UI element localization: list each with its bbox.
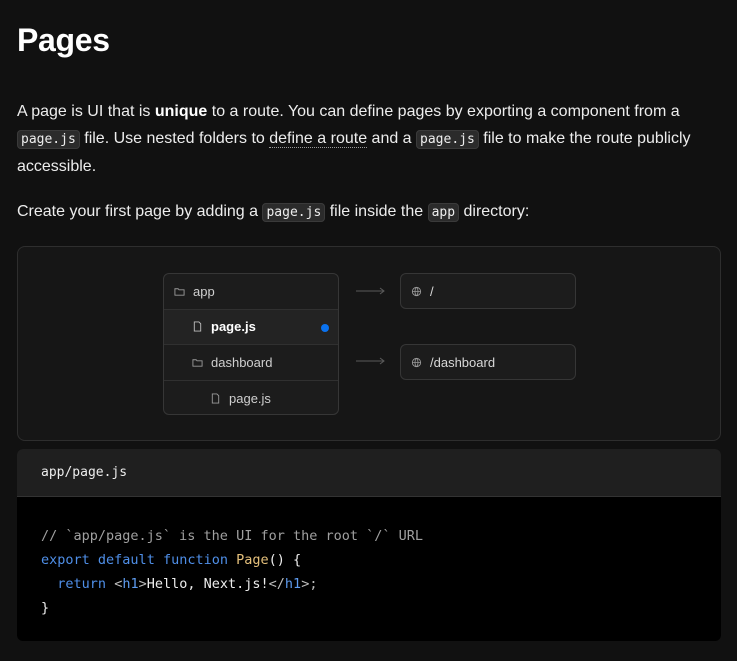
code-text: Hello, Next.js! <box>146 576 269 592</box>
intro-text-3: file. Use nested folders to <box>79 130 270 147</box>
inline-code-page-js-3: page.js <box>262 203 326 222</box>
tree-item-dashboard: dashboard <box>164 345 338 381</box>
code-block: app/page.js // `app/page.js` is the UI f… <box>17 449 721 641</box>
code-keyword: default <box>97 552 155 568</box>
code-line-return: return <h1>Hello, Next.js!</h1>; <box>41 572 721 596</box>
code-tag: h1 <box>284 576 302 592</box>
code-punctuation: > <box>138 576 147 592</box>
tree-item-label: page.js <box>229 390 271 406</box>
create-page-paragraph: Create your first page by adding a page.… <box>17 198 722 226</box>
route-label: /dashboard <box>430 354 496 370</box>
file-icon <box>192 321 203 332</box>
code-punctuation: >; <box>301 576 318 592</box>
code-tag: h1 <box>122 576 139 592</box>
inline-code-page-js: page.js <box>17 130 80 149</box>
intro-text-4: and a <box>367 130 417 147</box>
tree-item-label: page.js <box>211 319 256 335</box>
code-line-function: export default function Page() { <box>41 548 721 572</box>
code-content[interactable]: // `app/page.js` is the UI for the root … <box>17 497 721 620</box>
route-diagram: app page.js dashboard page.js / /dashboa… <box>17 246 721 441</box>
code-punctuation: () { <box>268 552 302 568</box>
active-dot-indicator <box>321 323 329 332</box>
inline-code-app: app <box>427 203 460 222</box>
folder-icon <box>174 286 185 297</box>
code-keyword: export <box>41 552 90 568</box>
intro-paragraph: A page is UI that is unique to a route. … <box>17 98 722 180</box>
tree-item-dashboard-page-js: page.js <box>164 381 338 415</box>
code-keyword: function <box>162 552 228 568</box>
page-title: Pages <box>17 22 110 58</box>
route-dashboard: /dashboard <box>400 344 576 380</box>
file-icon <box>210 393 221 404</box>
define-route-link[interactable]: define a route <box>269 130 368 148</box>
inline-code-page-js-2: page.js <box>416 130 479 149</box>
folder-icon <box>192 357 203 368</box>
arrow-right-icon <box>356 286 386 296</box>
code-function-name: Page <box>236 552 269 568</box>
code-comment-line: // `app/page.js` is the UI for the root … <box>41 528 424 544</box>
globe-icon <box>411 286 422 297</box>
tree-item-page-js: page.js <box>164 309 338 345</box>
arrow-right-icon <box>356 356 386 366</box>
create-text-1: Create your first page by adding a <box>17 203 263 220</box>
file-tree: app page.js dashboard page.js <box>163 273 339 415</box>
intro-text-2: to a route. You can define pages by expo… <box>207 103 680 120</box>
tree-item-app: app <box>164 274 338 310</box>
intro-text-1: A page is UI that is <box>17 103 155 120</box>
create-text-2: file inside the <box>325 203 428 220</box>
tree-item-label: dashboard <box>211 354 273 370</box>
create-text-3: directory: <box>459 203 530 220</box>
tree-item-label: app <box>193 283 215 299</box>
code-filename: app/page.js <box>17 449 721 497</box>
globe-icon <box>411 357 422 368</box>
intro-bold-unique: unique <box>154 103 208 120</box>
code-punctuation: </ <box>268 576 285 592</box>
code-keyword: return <box>57 576 107 592</box>
code-line-close: } <box>41 600 50 616</box>
route-label: / <box>430 283 434 299</box>
route-root: / <box>400 273 576 309</box>
